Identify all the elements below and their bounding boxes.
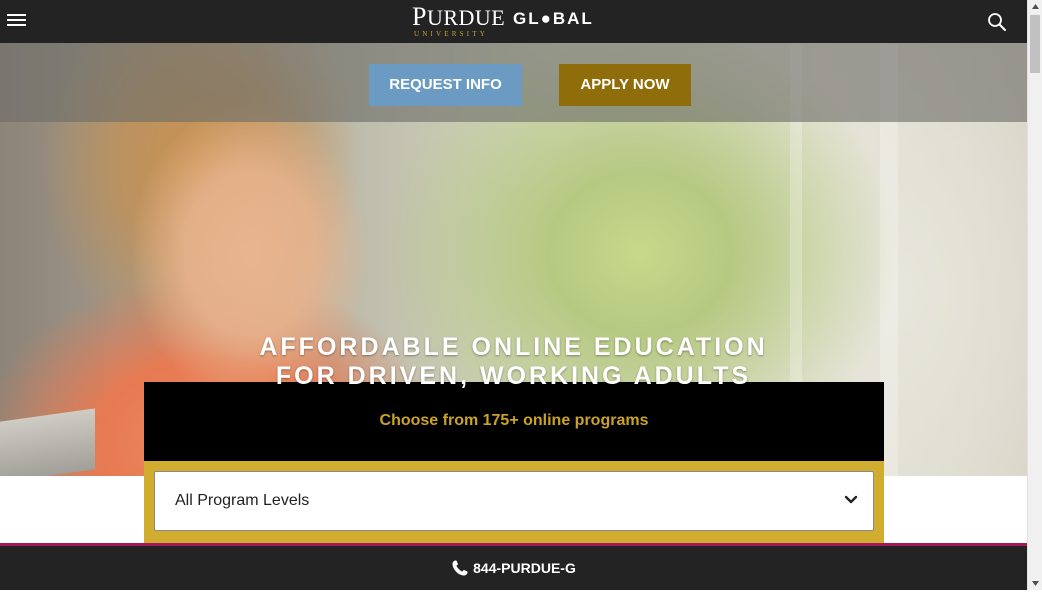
program-level-value: All Program Levels [175,492,310,509]
cta-band: REQUEST INFO APPLY NOW [0,43,1027,122]
scrollbar-thumb[interactable] [1030,15,1040,73]
page-scrollbar[interactable] [1027,0,1042,590]
top-navbar: PURDUE GL●BAL UNIVERSITY [0,0,1027,43]
hero-headline: AFFORDABLE ONLINE EDUCATION FOR DRIVEN, … [0,333,1027,391]
page: PURDUE GL●BAL UNIVERSITY REQUEST INFO AP… [0,0,1027,590]
phone-icon [451,550,469,576]
logo-global-text: GL●BAL [513,9,594,28]
hero-headline-line2: FOR DRIVEN, WORKING ADULTS [275,362,752,390]
logo-university-text: UNIVERSITY [414,30,488,38]
chevron-down-icon [843,492,859,508]
search-icon[interactable] [987,12,1007,32]
hero-headline-line1: AFFORDABLE ONLINE EDUCATION [259,333,768,361]
program-finder-header: Choose from 175+ online programs [144,382,884,461]
program-finder-panel: All Program Levels [144,461,884,545]
request-info-button[interactable]: REQUEST INFO [369,64,522,106]
scroll-down-arrow-icon[interactable] [1028,576,1042,590]
hamburger-icon[interactable] [6,11,27,31]
logo-wordmark: PURDUE [412,2,506,31]
program-finder-subtitle: Choose from 175+ online programs [379,412,649,429]
bottom-call-bar: 844-PURDUE-G [0,546,1027,590]
phone-number: 844-PURDUE-G [473,560,576,576]
scroll-up-arrow-icon[interactable] [1028,0,1042,14]
phone-link[interactable]: 844-PURDUE-G [0,546,1027,590]
purdue-global-logo[interactable]: PURDUE GL●BAL UNIVERSITY [412,4,602,40]
program-level-select[interactable]: All Program Levels [154,471,874,531]
hero-laptop-image [0,408,95,476]
apply-now-button[interactable]: APPLY NOW [559,64,691,106]
